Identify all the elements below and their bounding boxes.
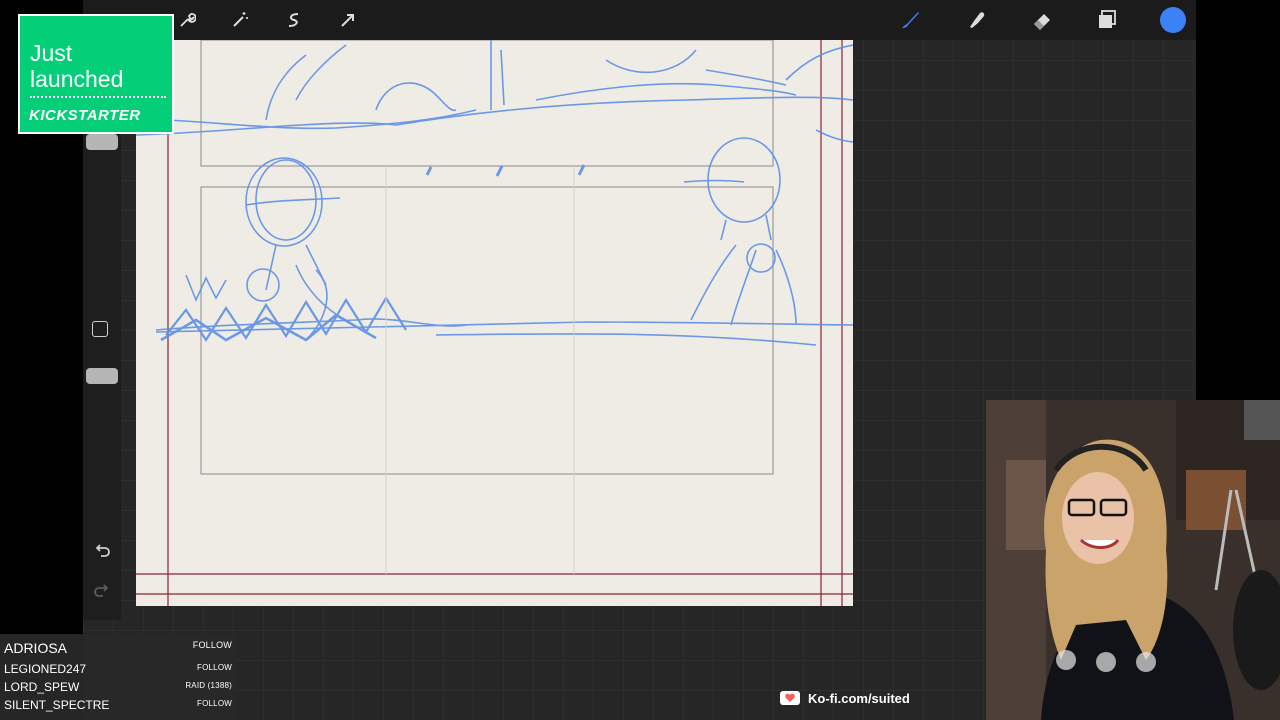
event-row: SILENT_SPECTRE FOLLOW xyxy=(4,698,232,714)
undo-icon[interactable] xyxy=(92,540,112,560)
smudge-icon[interactable] xyxy=(963,6,991,34)
transform-arrow-icon[interactable] xyxy=(334,6,362,34)
event-action: RAID (1388) xyxy=(185,681,232,690)
kofi-cup-icon xyxy=(780,691,800,705)
drawing-canvas[interactable] xyxy=(136,40,853,606)
kickstarter-line2: launched xyxy=(30,66,124,92)
redo-icon[interactable] xyxy=(92,580,112,600)
magic-wand-icon[interactable] xyxy=(226,6,254,34)
kofi-link[interactable]: Ko-fi.com/suited xyxy=(780,687,910,709)
event-username: LEGIONED247 xyxy=(4,662,87,676)
event-feed: ADRIOSA FOLLOW LEGIONED247 FOLLOW LORD_S… xyxy=(0,634,236,720)
selection-icon[interactable] xyxy=(280,6,308,34)
event-row: LORD_SPEW RAID (1388) xyxy=(4,680,232,696)
brush-icon[interactable] xyxy=(896,6,924,34)
event-username: LORD_SPEW xyxy=(4,680,80,694)
event-username: ADRIOSA xyxy=(4,640,68,656)
kickstarter-line1: Just xyxy=(30,40,73,66)
event-row: ADRIOSA FOLLOW xyxy=(4,640,232,656)
wrench-icon[interactable] xyxy=(173,6,201,34)
webcam-overlay xyxy=(986,400,1280,720)
kickstarter-divider xyxy=(30,96,166,101)
kickstarter-promo-badge: Just launched KICKSTARTER xyxy=(18,14,174,134)
event-action: FOLLOW xyxy=(197,699,232,708)
layers-icon[interactable] xyxy=(1093,6,1121,34)
modify-square-button[interactable] xyxy=(92,321,108,337)
event-action: FOLLOW xyxy=(192,640,232,650)
color-swatch-icon[interactable] xyxy=(1159,6,1187,34)
sketch-artwork xyxy=(136,40,853,606)
event-username: SILENT_SPECTRE xyxy=(4,698,110,712)
kickstarter-logo: KICKSTARTER xyxy=(29,107,141,124)
brush-size-slider[interactable] xyxy=(86,134,118,150)
event-row: LEGIONED247 FOLLOW xyxy=(4,662,232,678)
top-toolbar xyxy=(83,0,1196,40)
webcam-feed xyxy=(986,400,1280,720)
opacity-slider[interactable] xyxy=(86,368,118,384)
event-action: FOLLOW xyxy=(197,663,232,672)
eraser-icon[interactable] xyxy=(1028,6,1056,34)
kofi-url: Ko-fi.com/suited xyxy=(808,690,910,706)
